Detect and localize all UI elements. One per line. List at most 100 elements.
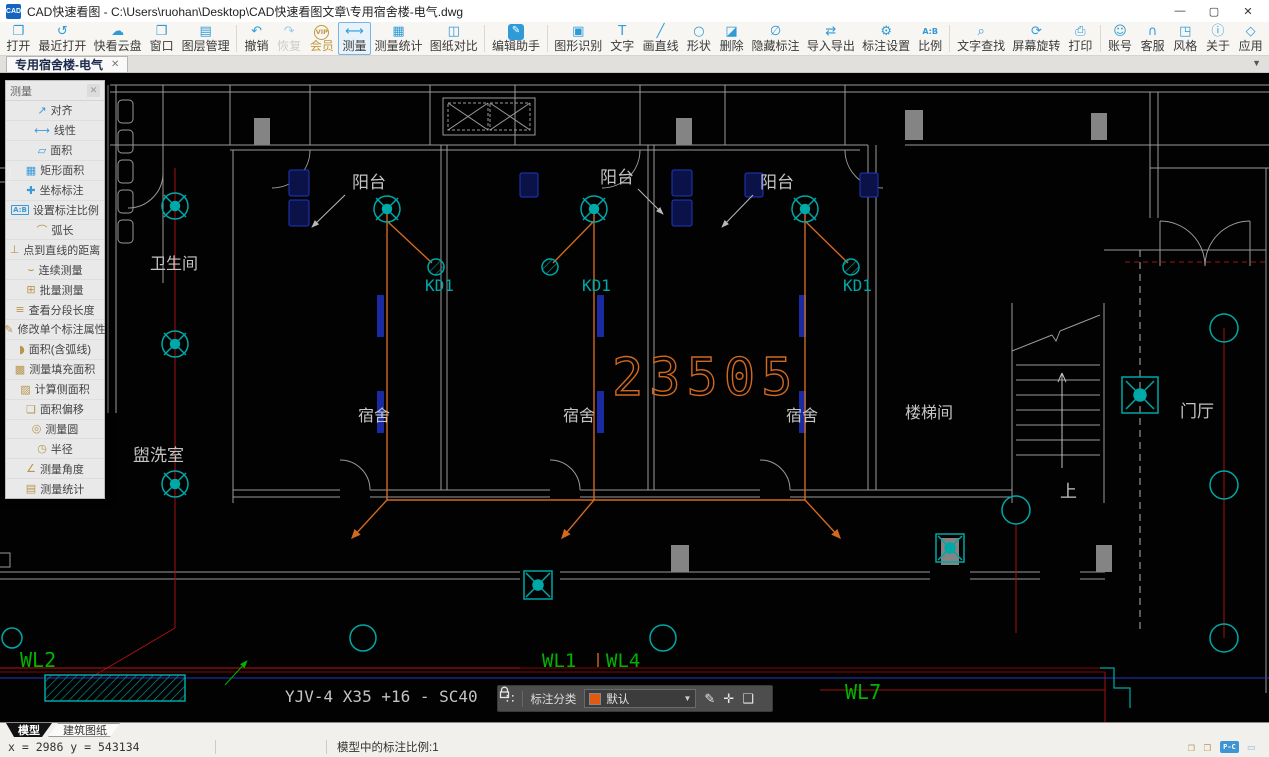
toolbar-print[interactable]: ⎙ 打印 [1064,22,1097,55]
toolbar-scale[interactable]: A:B 比例 [914,22,947,55]
measure-item-continuous-measure[interactable]: ⌣ 连续测量 [6,260,104,281]
toolbar-draw-line[interactable]: ╱ 画直线 [639,22,683,55]
cursor-coordinates: x = 2986 y = 543134 [8,740,140,754]
toolbar-measure[interactable]: ⟷ 测量 [338,22,371,55]
toolbar-edit-assistant[interactable]: ✎ 编辑助手 [488,22,543,55]
toolbar-apps[interactable]: ◇ 应用 [1234,22,1267,55]
toolbar-redo[interactable]: ↷ 恢复 [273,22,306,55]
coordinate-icon: ✚ [26,183,36,197]
toolbar-item-label: 打印 [1068,39,1093,53]
toolbar-item-label: 图层管理 [181,39,230,53]
toolbar-vip[interactable]: VIP 会员 [306,22,339,55]
annotation-settings-icon: ⚙ [880,24,892,39]
collapse-icon[interactable]: ▭ [1248,740,1255,754]
toolbar-cloud-drive[interactable]: ☁ 快看云盘 [90,22,145,55]
measure-item-align[interactable]: ↗ 对齐 [6,101,104,121]
fill-area-icon: ▩ [14,362,26,376]
toolbar-shape[interactable]: ○ 形状 [683,22,716,55]
toolbar-item-label: 图形识别 [554,39,603,53]
segment-length-icon: ≡ [15,303,25,317]
tab-list-chevron-icon[interactable]: ▼ [1252,58,1261,68]
toolbar-text[interactable]: T 文字 [606,22,639,55]
classify-color-swatch [589,692,602,705]
measure-item-area-offset[interactable]: ❏ 面积偏移 [6,400,104,420]
measure-item-measure-stats[interactable]: ▤ 测量统计 [6,479,104,498]
measure-panel-close-icon[interactable]: ✕ [87,84,100,97]
cad-drawing[interactable]: 阳台 阳台 阳台 卫生间 盥洗室 宿舍 宿舍 宿舍 楼梯间 门厅 上 YJV-4… [0,73,1269,722]
measure-item-point-to-line[interactable]: ⊥ 点到直线的距离 [6,240,104,261]
point-to-line-icon: ⊥ [9,243,20,257]
drawing-tab-active[interactable]: 专用宿舍楼-电气 ✕ [6,56,129,72]
measure-item-batch-measure[interactable]: ⊞ 批量测量 [6,280,104,301]
classify-selected-value: 默认 [606,693,630,706]
edit-export-icon[interactable]: ❒ [1204,740,1211,754]
toolbar-window[interactable]: ❒ 窗口 [145,22,178,55]
area-icon: ▱ [37,143,47,157]
toolbar-account[interactable]: ☺ 账号 [1104,22,1137,55]
toolbar-hide-annotation[interactable]: ∅ 隐藏标注 [748,22,803,55]
measure-item-area[interactable]: ▱ 面积 [6,141,104,161]
measurement-dimension-text[interactable]: 23505 [611,347,799,408]
measure-item-measure-angle[interactable]: ∠ 测量角度 [6,459,104,480]
toolbar-item-label: 编辑助手 [492,39,541,53]
measure-item-rect-area[interactable]: ▦ 矩形面积 [6,161,104,181]
toolbar-measure-stats[interactable]: ▦ 测量统计 [371,22,426,55]
toolbar-item-label: 快看云盘 [93,39,142,53]
status-bar: x = 2986 y = 543134 模型中的标注比例:1 ❐ ❒ P-C ▭ [0,737,1269,757]
edit-annotation-icon[interactable]: ✎ [704,691,715,707]
maximize-button[interactable]: ▢ [1197,0,1231,22]
toolbar-delete[interactable]: ◪ 删除 [715,22,748,55]
export-image-icon[interactable]: ❐ [1188,740,1195,754]
measure-item-edit-single-annotation[interactable]: ✎ 修改单个标注属性 [4,320,106,340]
dropdown-caret-icon: ▼ [683,694,692,703]
wl7-label: WL7 [845,680,881,704]
toolbar-item-label: 最近打开 [38,39,87,53]
sheet-tab-model[interactable]: 模型 [4,723,54,737]
measure-item-label: 点到直线的距离 [23,244,101,257]
move-annotation-icon[interactable]: ✛ [723,691,734,707]
cad-canvas[interactable]: 阳台 阳台 阳台 卫生间 盥洗室 宿舍 宿舍 宿舍 楼梯间 门厅 上 YJV-4… [0,73,1269,722]
measure-item-area-with-arc[interactable]: ◗ 面积(含弧线) [6,340,104,360]
toolbar-drawing-compare[interactable]: ◫ 图纸对比 [426,22,481,55]
classify-dropdown[interactable]: 默认 ▼ [584,689,697,708]
toolbar-undo[interactable]: ↶ 撤销 [240,22,273,55]
copy-annotation-icon[interactable]: ❑ [742,691,754,707]
measure-item-set-annotation-scale[interactable]: A:B 设置标注比例 [6,201,104,221]
tab-close-icon[interactable]: ✕ [111,59,119,70]
measure-item-side-area[interactable]: ▨ 计算侧面积 [6,380,104,400]
toolbar-text-search[interactable]: ⌕ 文字查找 [953,22,1008,55]
toolbar-annotation-settings[interactable]: ⚙ 标注设置 [859,22,914,55]
toolbar: ❐ 打开 ↺ 最近打开 ☁ 快看云盘 ❒ 窗口 ▤ 图层管理 ↶ 撤销 ↷ 恢复 VIP 会员 ⟷ 测量 ▦ 测量统计… [0,22,1269,56]
measure-item-fill-area[interactable]: ▩ 测量填充面积 [6,360,104,380]
pc-sync-icon[interactable]: P-C [1220,741,1239,753]
toolbar-item-label: 文字 [610,39,635,53]
measure-item-label: 设置标注比例 [32,204,99,217]
cable-spec-label: YJV-4 X35 +16 - SC40 [285,687,478,706]
measure-item-label: 半径 [50,443,73,456]
toolbar-import-export[interactable]: ⇄ 导入导出 [803,22,858,55]
measure-item-label: 查看分段长度 [28,304,95,317]
toolbar-about[interactable]: ⓘ 关于 [1202,22,1235,55]
measure-item-radius[interactable]: ◷ 半径 [6,439,104,460]
measure-item-arc-length[interactable]: ⌒ 弧长 [6,220,104,241]
measure-item-coordinate[interactable]: ✚ 坐标标注 [6,181,104,201]
toolbar-item-label: 形状 [686,39,711,53]
toolbar-shape-recognition[interactable]: ▣ 图形识别 [551,22,606,55]
sheet-tab-arch-drawing[interactable]: 建筑图纸 [48,723,122,737]
minimize-button[interactable]: — [1163,0,1197,22]
measure-panel-header[interactable]: 测量 ✕ [6,81,104,101]
toolbar-item-label: 测量统计 [374,39,423,53]
measure-item-measure-circle[interactable]: ◎ 测量圆 [6,420,104,440]
toolbar-style[interactable]: ◳ 风格 [1169,22,1202,55]
toolbar-layer-manager[interactable]: ▤ 图层管理 [178,22,233,55]
toolbar-customer-service[interactable]: ∩ 客服 [1136,22,1169,55]
measure-item-label: 测量角度 [39,463,84,476]
window-title: CAD快速看图 - C:\Users\ruohan\Desktop\CAD快速看… [27,4,464,19]
measure-item-segment-length[interactable]: ≡ 查看分段长度 [6,300,104,320]
toolbar-divider [949,25,951,52]
toolbar-screen-rotate[interactable]: ⟳ 屏幕旋转 [1009,22,1064,55]
measure-item-linear[interactable]: ⟷ 线性 [6,121,104,141]
toolbar-recent-open[interactable]: ↺ 最近打开 [35,22,90,55]
close-button[interactable]: ✕ [1231,0,1265,22]
toolbar-open[interactable]: ❐ 打开 [2,22,35,55]
